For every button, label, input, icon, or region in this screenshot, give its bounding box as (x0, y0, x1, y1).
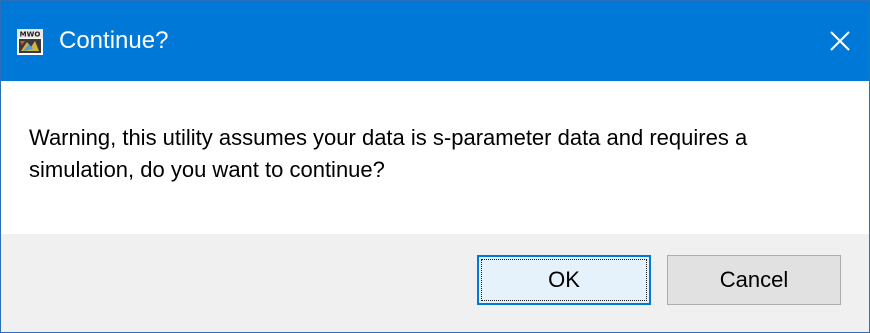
window-title: Continue? (59, 27, 169, 54)
dialog-content: Warning, this utility assumes your data … (1, 81, 869, 234)
svg-text:MWO: MWO (20, 31, 41, 39)
close-icon (830, 31, 850, 51)
title-bar[interactable]: MWO Continue? (1, 1, 869, 81)
button-bar: OK Cancel (1, 234, 869, 332)
continue-dialog: MWO Continue? Warning, this utility assu… (0, 0, 870, 333)
ok-button[interactable]: OK (477, 255, 651, 305)
cancel-button[interactable]: Cancel (667, 255, 841, 305)
awr-app-icon: MWO (17, 29, 43, 55)
warning-message: Warning, this utility assumes your data … (29, 125, 748, 182)
close-button[interactable] (811, 1, 869, 81)
